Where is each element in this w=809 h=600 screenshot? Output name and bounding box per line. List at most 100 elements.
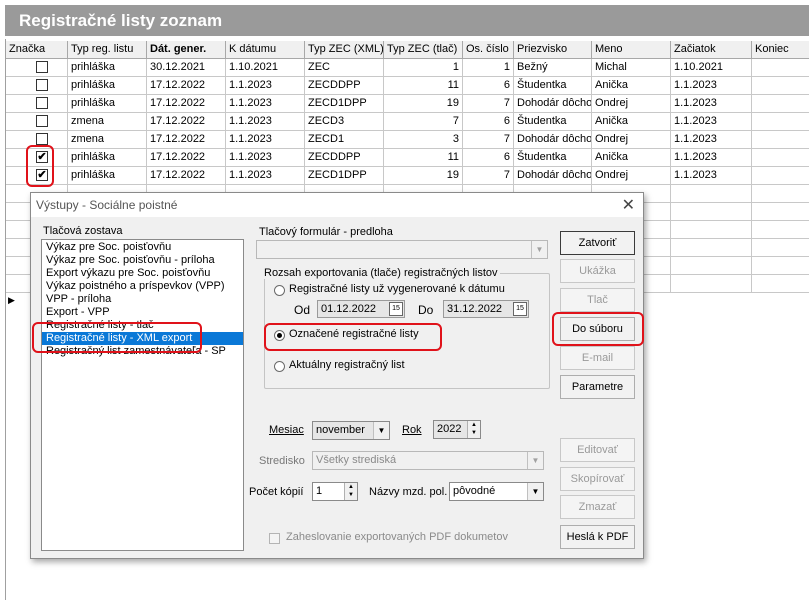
table-cell: 1.1.2023 [671,113,752,131]
column-header[interactable]: K dátumu [226,41,305,59]
table-cell: ZECDDPP [305,149,384,167]
row-checkbox[interactable] [36,133,48,145]
preview-button[interactable]: Ukážka [560,259,635,283]
table-row[interactable]: prihláška 17.12.2022 1.1.2023 ZECD1DPP 19 7 Do… [6,95,809,113]
column-header[interactable]: Značka [6,41,68,59]
table-cell: 11 [384,77,463,95]
table-row[interactable]: zmena 17.12.2022 1.1.2023 ZECD1 3 7 Dohodár dô… [6,131,809,149]
report-list-item[interactable]: VPP - príloha [42,293,243,306]
table-row[interactable]: prihláška 17.12.2022 1.1.2023 ZECDDPP 11 6 Štu… [6,77,809,95]
table-cell [752,185,809,203]
column-header[interactable]: Typ ZEC (XML) [305,41,384,59]
table-cell: 1.1.2023 [671,149,752,167]
pdf-passwords-button[interactable]: Heslá k PDF [560,525,635,549]
to-label: Do [418,303,434,317]
report-list-item[interactable]: Export - VPP [42,306,243,319]
payroll-names-select-value: pôvodné [453,485,496,497]
report-listbox[interactable]: Výkaz pre Soc. poisťovňu Výkaz pre Soc. p… [41,239,244,551]
table-cell: Ondrej [592,95,671,113]
report-list-item[interactable]: Výkaz pre Soc. poisťovňu [42,241,243,254]
table-cell: zmena [68,131,147,149]
up-down-icon[interactable]: ▲ ▼ [467,421,480,438]
table-cell: 7 [463,131,514,149]
month-select-value: november [316,424,365,436]
to-date-field[interactable]: 31.12.2022 15 [443,300,529,318]
list-title: Registračné listy zoznam [5,5,809,36]
table-cell: prihláška [68,149,147,167]
row-checkbox[interactable] [36,61,48,73]
table-cell: 1.1.2023 [671,167,752,185]
email-button[interactable]: E-mail [560,346,635,370]
table-cell [6,59,68,77]
table-cell [6,113,68,131]
up-down-icon[interactable]: ▲ ▼ [344,483,357,500]
copies-stepper[interactable]: 1 ▲ ▼ [312,482,358,501]
table-cell: 7 [463,95,514,113]
table-row[interactable]: zmena 17.12.2022 1.1.2023 ZECD3 7 6 Študentka A… [6,113,809,131]
radio-current[interactable] [274,361,285,372]
copies-stepper-value: 1 [316,485,323,497]
radio-current-label[interactable]: Aktuálny registračný list [289,359,405,371]
table-cell: 17.12.2022 [147,149,226,167]
radio-generated-label[interactable]: Registračné listy už vygenerované k dátu… [289,283,505,295]
table-cell: 17.12.2022 [147,113,226,131]
table-cell: 17.12.2022 [147,167,226,185]
table-cell: 1.10.2021 [226,59,305,77]
template-label: Tlačový formulár - predloha [259,226,393,238]
encrypt-pdf-checkbox[interactable] [269,533,280,544]
table-cell [671,221,752,239]
column-header[interactable]: Začiatok [671,41,752,59]
table-cell: ZECDDPP [305,77,384,95]
parameters-button[interactable]: Parametre [560,375,635,399]
print-button[interactable]: Tlač [560,288,635,312]
table-cell: 1.1.2023 [671,77,752,95]
table-cell: 1.1.2023 [671,131,752,149]
table-cell: 1.1.2023 [226,131,305,149]
delete-button[interactable]: Zmazať [560,495,635,519]
radio-generated[interactable] [274,285,285,296]
report-list-item[interactable]: Výkaz poistného a príspevkov (VPP) [42,280,243,293]
column-header[interactable]: Dát. gener. [147,41,226,59]
center-select[interactable]: Všetky strediská ▼ [312,451,544,470]
chevron-down-icon: ▼ [373,422,389,439]
row-checkbox[interactable] [36,97,48,109]
table-cell [671,275,752,293]
column-header[interactable]: Priezvisko [514,41,592,59]
highlight-checked-rows [26,145,54,187]
payroll-names-select[interactable]: pôvodné ▼ [449,482,544,501]
copy-button[interactable]: Skopírovať [560,467,635,491]
year-label: Rok [402,424,422,436]
table-row[interactable]: ✔ prihláška 17.12.2022 1.1.2023 ZECD1DPP 19 7 D… [6,167,809,185]
table-cell: 7 [384,113,463,131]
column-header[interactable]: Koniec [752,41,809,59]
table-cell [671,185,752,203]
column-header[interactable]: Typ reg. listu [68,41,147,59]
close-icon[interactable]: ✕ [622,195,635,215]
template-select[interactable]: ▼ [256,240,548,259]
table-row[interactable]: ✔ prihláška 17.12.2022 1.1.2023 ZECDDPP 11 6 Št… [6,149,809,167]
row-checkbox[interactable] [36,115,48,127]
column-header[interactable]: Os. číslo [463,41,514,59]
row-checkbox[interactable] [36,79,48,91]
table-cell: 3 [384,131,463,149]
table-cell [752,239,809,257]
highlight-marked-radio [264,323,442,351]
close-button[interactable]: Zatvoriť [560,231,635,255]
table-cell [752,149,809,167]
edit-button[interactable]: Editovať [560,438,635,462]
table-cell: 17.12.2022 [147,131,226,149]
column-header[interactable]: Typ ZEC (tlač) [384,41,463,59]
report-list-item[interactable]: Výkaz pre Soc. poisťovňu - príloha [42,254,243,267]
calendar-icon[interactable]: 15 [389,302,403,316]
month-select[interactable]: november ▼ [312,421,390,440]
column-header[interactable]: Meno [592,41,671,59]
table-cell: 1.1.2023 [226,77,305,95]
payroll-names-label: Názvy mzd. pol. [369,486,448,498]
report-list-item[interactable]: Export výkazu pre Soc. poisťovňu [42,267,243,280]
table-cell [752,257,809,275]
from-date-field[interactable]: 01.12.2022 15 [317,300,405,318]
chevron-down-icon: ▼ [527,483,543,500]
year-stepper[interactable]: 2022 ▲ ▼ [433,420,481,439]
table-row[interactable]: prihláška 30.12.2021 1.10.2021 ZEC 1 1 Bežný Mi… [6,59,809,77]
calendar-icon[interactable]: 15 [513,302,527,316]
